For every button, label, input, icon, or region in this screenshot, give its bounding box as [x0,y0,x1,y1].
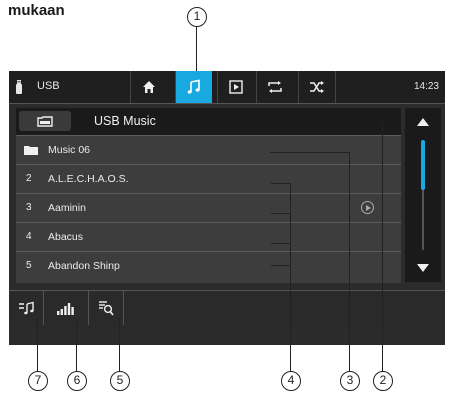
status-bar: USB 14:23 [9,71,445,104]
list-item[interactable]: 2 A.L.E.C.H.A.O.S. [16,164,401,193]
list-title: USB Music [94,114,156,128]
tab-music[interactable] [175,71,212,103]
callout-3: 3 [340,371,360,391]
head-unit-screen: USB 14:23 USB Music Music 06 2 A.L.E.C.H… [9,71,445,345]
leader-line-6 [76,318,78,371]
list-item-label: Abandon Shinp [48,260,120,272]
callout-7: 7 [28,371,48,391]
callout-2: 2 [373,371,393,391]
shuffle-icon [310,81,324,93]
list-item[interactable]: 5 Abandon Shinp [16,251,401,283]
back-button[interactable] [19,111,71,131]
leader-line-3-vert [349,152,351,371]
leader-tick-b [271,213,291,215]
callout-6: 6 [67,371,87,391]
track-number: 2 [26,173,32,184]
leader-tick-a [271,183,291,185]
leader-tick-d [271,265,291,267]
home-icon [143,81,155,93]
leader-line-3 [270,152,350,154]
leader-tick-c [271,243,291,245]
folder-icon [24,146,38,155]
list-item-folder[interactable]: Music 06 [16,135,401,164]
arrow-up-icon [417,118,429,126]
equalizer-button[interactable] [44,291,89,325]
track-number: 3 [26,202,32,213]
list-item[interactable]: 4 Abacus [16,222,401,251]
repeat-icon [268,81,282,93]
tab-video[interactable] [217,71,254,103]
track-number: 4 [26,231,32,242]
list-item-label: Music 06 [48,144,91,156]
music-list-icon [19,301,34,315]
clock: 14:23 [413,81,439,92]
folder-up-icon [37,116,53,127]
list-header: USB Music [16,108,401,135]
scroll-down-button[interactable] [405,254,441,282]
arrow-down-icon [417,264,429,272]
music-note-icon [187,79,200,94]
leader-line-5 [119,318,121,371]
equalizer-icon [57,303,74,315]
list-item-label: Aaminin [48,202,86,214]
tab-shuffle[interactable] [298,71,336,103]
tab-repeat[interactable] [256,71,293,103]
tab-home[interactable] [130,71,167,103]
callout-4: 4 [281,371,301,391]
list-item-label: Abacus [48,231,84,243]
usb-icon [16,80,22,94]
page-heading: mukaan [8,2,65,19]
leader-line-4-vert [290,183,292,371]
now-playing-icon [361,201,374,214]
callout-1: 1 [187,7,207,27]
video-icon [229,80,243,94]
search-list-icon [99,301,114,316]
bottom-toolbar [9,290,445,325]
callout-5: 5 [110,371,130,391]
playlist-button[interactable] [9,291,44,325]
music-list-panel: USB Music Music 06 2 A.L.E.C.H.A.O.S. 3 … [16,108,401,283]
list-item-label: A.L.E.C.H.A.O.S. [48,173,129,185]
leader-line-2 [382,122,384,371]
list-item[interactable]: 3 Aaminin [16,193,401,222]
scroll-up-button[interactable] [405,108,441,136]
leader-line-7 [37,318,39,371]
scroll-thumb[interactable] [421,140,425,190]
track-number: 5 [26,260,32,271]
source-label: USB [37,80,60,92]
scrollbar[interactable] [405,108,441,282]
